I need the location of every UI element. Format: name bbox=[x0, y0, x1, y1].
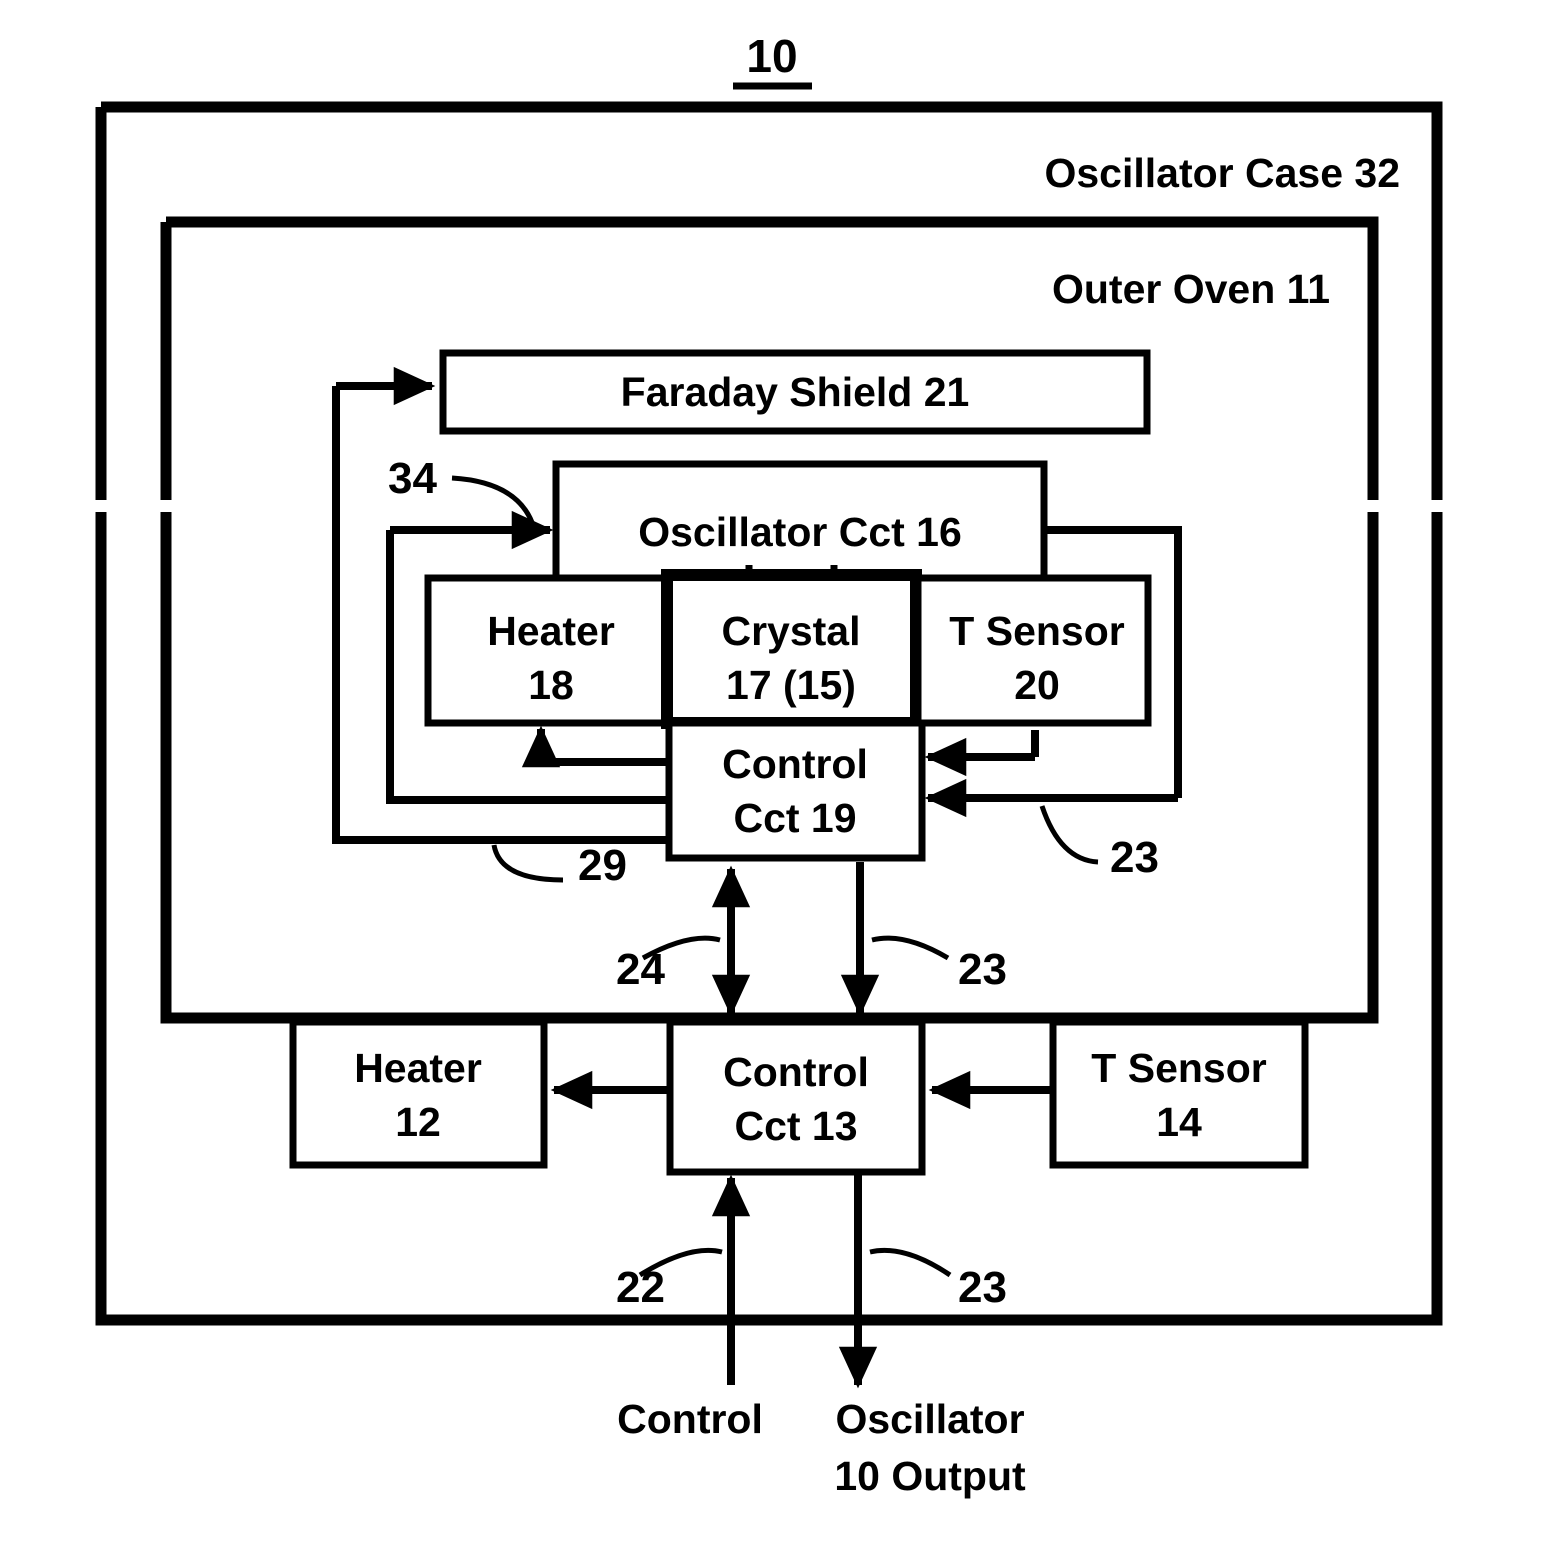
outer-heater-label-line2: 12 bbox=[395, 1099, 441, 1145]
inner-t-sensor-label-line1: T Sensor bbox=[949, 608, 1124, 654]
wire-tsensor20-to-control19 bbox=[924, 730, 1039, 777]
inner-t-sensor-label-line2: 20 bbox=[1014, 662, 1060, 708]
ref-34-leader bbox=[451, 475, 537, 529]
reference-23-mid: 23 bbox=[871, 935, 1007, 994]
block-inner-t-sensor[interactable]: T Sensor 20 bbox=[914, 574, 1152, 727]
oscillator-output-label-line2: 10 Output bbox=[834, 1453, 1026, 1499]
ref-29-leader bbox=[491, 844, 564, 883]
block-crystal[interactable]: Crystal 17 (15) bbox=[661, 569, 922, 729]
terminal-control-input: Control bbox=[617, 1396, 763, 1442]
block-oscillator-cct[interactable]: Oscillator Cct 16 bbox=[552, 460, 1048, 583]
oscillator-output-label-line1: Oscillator bbox=[835, 1396, 1024, 1442]
control-input-label: Control bbox=[617, 1396, 763, 1442]
inner-control-label-line1: Control bbox=[722, 741, 868, 787]
outer-heater-label-line1: Heater bbox=[354, 1045, 482, 1091]
ref-29-text: 29 bbox=[578, 841, 627, 890]
outer-control-box[interactable] bbox=[666, 1018, 926, 1176]
reference-34: 34 bbox=[388, 454, 537, 529]
figure-number: 10 bbox=[733, 30, 812, 90]
block-inner-heater[interactable]: Heater 18 bbox=[424, 574, 679, 727]
crystal-label-line1: Crystal bbox=[721, 608, 860, 654]
ref-23-bottom-leader bbox=[869, 1247, 952, 1278]
wire-heater18-path bbox=[537, 742, 669, 766]
ref-22-text: 22 bbox=[616, 1263, 665, 1312]
inner-heater-label-line1: Heater bbox=[487, 608, 615, 654]
ref-23-inner-text: 23 bbox=[1110, 833, 1159, 882]
ref-23-mid-text: 23 bbox=[958, 945, 1007, 994]
ref-23-bottom-text: 23 bbox=[958, 1263, 1007, 1312]
figure-number-text: 10 bbox=[746, 30, 797, 82]
block-outer-heater[interactable]: Heater 12 bbox=[289, 1018, 548, 1169]
oscillator-case-label: Oscillator Case 32 bbox=[1044, 150, 1400, 196]
patent-figure: 10 Oscillator Case 32 Outer Oven 11 Fara… bbox=[0, 0, 1544, 1555]
reference-23-inner-right: 23 bbox=[1039, 805, 1159, 882]
block-faraday-shield[interactable]: Faraday Shield 21 bbox=[439, 349, 1151, 435]
outer-control-label-line2: Cct 13 bbox=[734, 1103, 857, 1149]
reference-24: 24 bbox=[616, 935, 721, 994]
reference-23-bottom: 23 bbox=[869, 1247, 1007, 1312]
block-inner-control[interactable]: Control Cct 19 bbox=[665, 719, 926, 862]
ref-34-text: 34 bbox=[388, 454, 437, 503]
block-outer-t-sensor[interactable]: T Sensor 14 bbox=[1049, 1018, 1309, 1169]
faraday-shield-label: Faraday Shield 21 bbox=[621, 369, 970, 415]
crystal-label-line2: 17 (15) bbox=[726, 662, 856, 708]
terminal-oscillator-output: Oscillator 10 Output bbox=[834, 1396, 1026, 1499]
block-outer-control[interactable]: Control Cct 13 bbox=[666, 1018, 926, 1176]
inner-control-label-line2: Cct 19 bbox=[733, 795, 856, 841]
oscillator-cct-label: Oscillator Cct 16 bbox=[638, 509, 962, 555]
reference-29: 29 bbox=[491, 841, 627, 890]
wire-control19-to-heater18 bbox=[521, 725, 669, 768]
outer-control-label-line1: Control bbox=[723, 1049, 869, 1095]
reference-22: 22 bbox=[616, 1247, 723, 1312]
outer-oven-label: Outer Oven 11 bbox=[1052, 266, 1330, 312]
outer-t-sensor-label-line2: 14 bbox=[1156, 1099, 1202, 1145]
inner-heater-label-line2: 18 bbox=[528, 662, 574, 708]
outer-t-sensor-label-line1: T Sensor bbox=[1091, 1045, 1266, 1091]
ref-23-inner-leader bbox=[1039, 805, 1099, 865]
ref-23-mid-leader bbox=[871, 935, 950, 961]
